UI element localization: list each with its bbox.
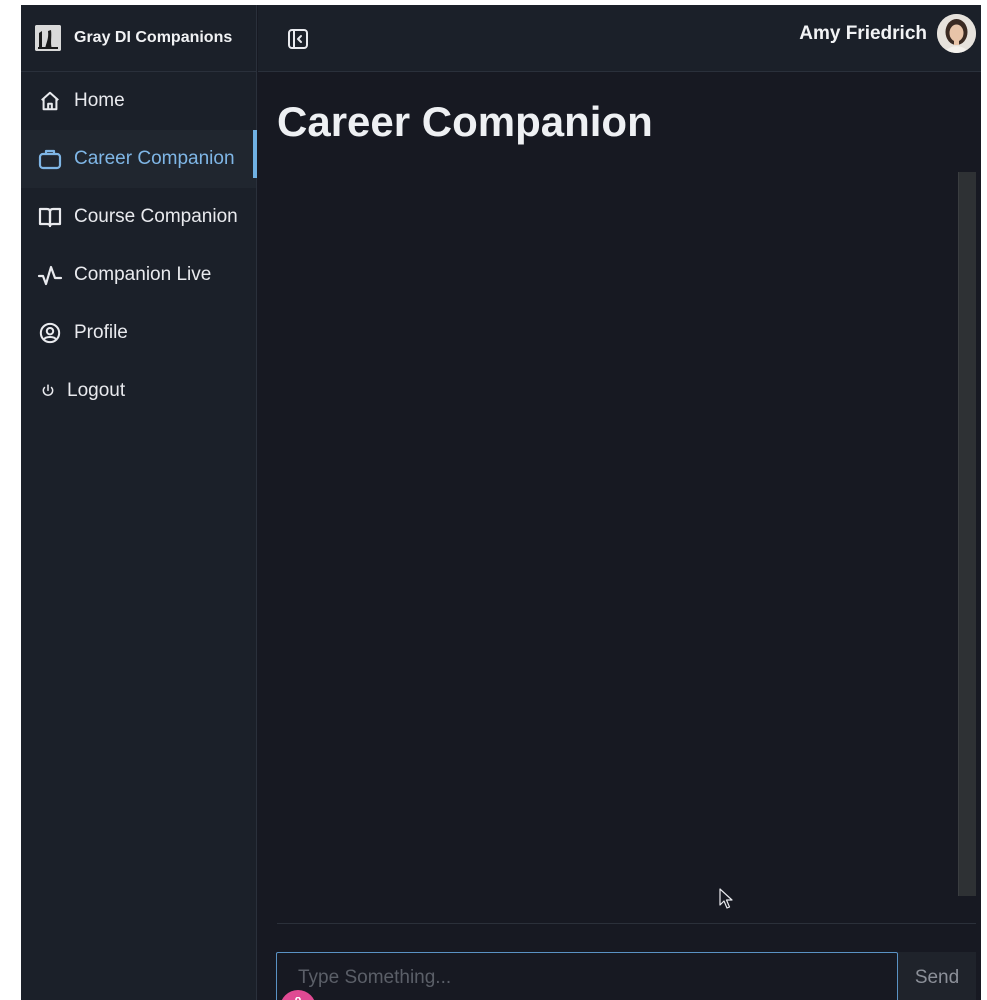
sidebar-item-label: Profile	[74, 322, 128, 343]
waveform-icon	[37, 262, 63, 288]
user-name: Amy Friedrich	[799, 22, 927, 44]
brand-name: Gray DI Companions	[74, 29, 233, 46]
book-icon	[37, 204, 63, 230]
sidebar-item-home[interactable]: Home	[21, 72, 256, 130]
microphone-icon	[293, 996, 303, 1000]
top-bar: Amy Friedrich	[258, 5, 981, 72]
sidebar-item-label: Companion Live	[74, 264, 212, 285]
user-circle-icon	[37, 320, 63, 346]
app-window: Gray DI Companions Home Career Companion	[21, 5, 981, 1000]
sidebar-item-career-companion[interactable]: Career Companion	[21, 130, 257, 188]
sidebar-item-label: Career Companion	[74, 148, 235, 169]
main-content: Career Companion Send	[258, 72, 981, 1000]
sidebar: Gray DI Companions Home Career Companion	[21, 5, 257, 1000]
sidebar-item-logout[interactable]: Logout	[21, 362, 256, 420]
avatar[interactable]	[937, 14, 976, 53]
brand[interactable]: Gray DI Companions	[21, 5, 256, 72]
sidebar-item-label: Logout	[67, 380, 126, 401]
brand-logo-icon	[35, 25, 61, 51]
power-icon	[39, 378, 57, 404]
sidebar-nav: Home Career Companion Course Companion C…	[21, 72, 257, 420]
sidebar-item-label: Course Companion	[74, 206, 238, 227]
page-title: Career Companion	[277, 98, 653, 145]
user-menu[interactable]: Amy Friedrich	[799, 14, 976, 53]
sidebar-item-profile[interactable]: Profile	[21, 304, 256, 362]
divider	[277, 923, 976, 924]
send-button[interactable]: Send	[898, 952, 976, 1000]
chat-input-row: Send	[276, 952, 976, 1000]
sidebar-item-companion-live[interactable]: Companion Live	[21, 246, 256, 304]
sidebar-item-course-companion[interactable]: Course Companion	[21, 188, 256, 246]
sidebar-collapse-icon[interactable]	[286, 27, 310, 51]
chat-scrollbar[interactable]	[958, 172, 976, 896]
briefcase-icon	[37, 146, 63, 172]
chat-messages-area	[277, 172, 976, 896]
home-icon	[37, 88, 63, 114]
sidebar-item-label: Home	[74, 90, 125, 111]
chat-input[interactable]	[276, 952, 898, 1000]
mouse-cursor-icon	[719, 888, 735, 910]
